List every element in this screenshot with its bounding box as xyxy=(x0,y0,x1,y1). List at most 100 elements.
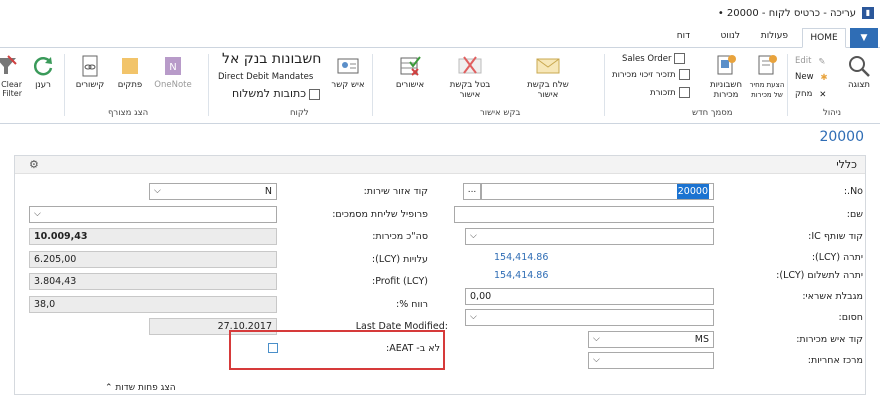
caret-down-icon: ▼ xyxy=(860,33,868,43)
svg-text:N: N xyxy=(169,62,176,73)
ic-partner-label: קוד שותף IC: xyxy=(808,231,863,242)
edit-button[interactable]: ✎Edit xyxy=(795,54,825,68)
address-icon xyxy=(309,88,321,100)
group-customer-label: לקוח xyxy=(290,108,309,118)
app-icon: ▮ xyxy=(862,7,874,19)
approvals-grid-icon xyxy=(400,56,421,76)
note-icon xyxy=(122,58,138,74)
window-title: עריכה - כרטיס לקוח - 20000 • xyxy=(717,8,856,19)
envelope-cancel-icon xyxy=(458,56,482,74)
tab-actions[interactable]: פעולות xyxy=(761,31,788,41)
balance-due-label: יתרה לתשלום (LCY): xyxy=(776,270,863,281)
new-button[interactable]: ✱New xyxy=(795,70,828,84)
chevron-down-icon: ⌵ xyxy=(593,334,600,344)
highlight-box xyxy=(229,330,445,370)
group-show-attached-label: הצג מצורף xyxy=(108,108,149,118)
credit-limit-label: מגבלת אשראי: xyxy=(802,291,863,302)
new-document-icon: ✱ xyxy=(820,73,828,83)
chevron-down-icon: ⌵ xyxy=(154,186,161,196)
costs-label: עלויות (LCY): xyxy=(371,254,428,265)
blocked-field[interactable]: ⌵ xyxy=(465,309,714,326)
ic-partner-field[interactable]: ⌵ xyxy=(465,228,714,245)
chevron-down-icon: ⌵ xyxy=(470,312,477,322)
no-field[interactable]: 20000 xyxy=(481,183,714,200)
balance-due-value[interactable]: 154,414.86 xyxy=(494,270,548,281)
magnifier-icon xyxy=(849,56,870,77)
sales-invoice-button[interactable]: חשבוניות מכירות xyxy=(706,54,746,100)
name-label: שם: xyxy=(846,209,863,220)
credit-limit-field[interactable]: 0,00 xyxy=(465,288,714,305)
blocked-label: חסום: xyxy=(838,312,863,323)
notes-button[interactable]: פתקים xyxy=(112,54,148,90)
chevron-up-icon: ⌃ xyxy=(105,383,113,393)
cancel-approval-request-button[interactable]: בטל בקשת אישור xyxy=(448,54,492,100)
profit-field: 3.804,43 xyxy=(29,273,277,290)
reminder-button[interactable]: תזכורת xyxy=(650,86,690,100)
group-new-document-label: מסמך חדש xyxy=(692,108,733,118)
no-label: No.: xyxy=(843,186,863,197)
costs-field: 6.205,00 xyxy=(29,251,277,268)
total-sales-field: 10.009,43 xyxy=(29,228,277,245)
delete-button[interactable]: ✕מחק xyxy=(795,87,826,101)
tab-navigate[interactable]: לנווט xyxy=(721,31,740,41)
chevron-down-icon: ⌵ xyxy=(34,209,41,219)
doc-sending-field[interactable]: ⌵ xyxy=(29,206,277,223)
view-label: תצוגה xyxy=(847,80,870,90)
tab-report[interactable]: דוח xyxy=(677,31,690,41)
order-icon xyxy=(674,53,686,64)
tab-home[interactable]: HOME xyxy=(802,28,846,48)
send-approval-request-button[interactable]: שלח בקשת אישור xyxy=(526,54,570,100)
name-field[interactable] xyxy=(454,206,714,223)
reminder-icon xyxy=(678,87,690,98)
ribbon-tabs: ▼ HOME פעולות לנווט דוח xyxy=(0,28,880,48)
doc-sending-label: פרופיל שליחת מסמכים: xyxy=(332,209,428,220)
new-sales-quote-button[interactable]: הצעת מחיר של מכירות xyxy=(748,54,786,100)
direct-debit-mandates-button[interactable]: Direct Debit Mandates xyxy=(218,70,313,84)
profit-label: (Profit (LCY: xyxy=(372,276,428,287)
salesperson-field[interactable]: MS ⌵ xyxy=(588,331,714,348)
group-manage-label: ניהול xyxy=(823,108,842,118)
onenote-icon: N xyxy=(165,57,181,75)
clear-filter-button[interactable]: Clear Filter xyxy=(0,54,22,98)
filter-clear-icon xyxy=(0,55,17,74)
salesperson-label: קוד איש מכירות: xyxy=(796,334,863,345)
contact-button[interactable]: איש קשר xyxy=(328,54,368,90)
link-icon xyxy=(82,55,98,77)
links-button[interactable]: קישורים xyxy=(70,54,110,90)
total-sales-label: סה"כ מכירות: xyxy=(372,231,428,242)
quote-icon xyxy=(758,55,777,75)
resp-center-field[interactable]: ⌵ xyxy=(588,352,714,369)
invoice-icon xyxy=(717,55,736,75)
close-icon: ✕ xyxy=(819,90,827,100)
pencil-icon: ✎ xyxy=(818,57,826,67)
service-zone-label: קוד אזור שירות: xyxy=(363,186,428,197)
bank-accounts-button[interactable]: חשבונות בנק אל xyxy=(222,50,321,68)
view-button[interactable]: תצוגה xyxy=(843,54,875,90)
profit-pct-label: רווח %: xyxy=(396,299,428,310)
page-title: 20000 xyxy=(819,129,864,145)
chevron-down-icon: ⌵ xyxy=(593,355,600,365)
ship-to-addresses-button[interactable]: כתובות למשלוח xyxy=(232,87,321,101)
balance-lcy-label: יתרה (LCY): xyxy=(811,252,863,263)
sales-order-button[interactable]: Sales Order xyxy=(622,52,686,66)
envelope-check-icon xyxy=(536,58,560,74)
onenote-button[interactable]: N OneNote xyxy=(150,54,196,90)
refresh-icon xyxy=(33,57,53,76)
credit-memo-icon xyxy=(678,69,690,80)
profit-pct-field: 38,0 xyxy=(29,296,277,313)
resp-center-label: מרכז אחריות: xyxy=(807,355,863,366)
group-approval-label: בקש אישור xyxy=(480,108,521,118)
contact-card-icon xyxy=(337,58,359,74)
balance-lcy-value[interactable]: 154,414.86 xyxy=(494,252,548,263)
chevron-down-icon: ⌵ xyxy=(470,231,477,241)
no-lookup-button[interactable]: ... xyxy=(463,183,481,200)
credit-memo-button[interactable]: תזכיר זיכוי מכירות xyxy=(612,68,690,82)
ribbon-menu-button[interactable]: ▼ xyxy=(850,28,878,48)
approvals-button[interactable]: אישורים xyxy=(388,54,432,90)
show-fewer-fields-button[interactable]: הצג פחות שדות ⌃ xyxy=(105,383,176,393)
fasttab-header[interactable]: כללי ⚙ xyxy=(15,156,865,174)
title-bar: ▮ עריכה - כרטיס לקוח - 20000 • xyxy=(0,0,880,28)
settings-icon[interactable]: ⚙ xyxy=(29,158,39,171)
refresh-button[interactable]: רענן xyxy=(26,54,60,90)
service-zone-field[interactable]: N ⌵ xyxy=(149,183,277,200)
